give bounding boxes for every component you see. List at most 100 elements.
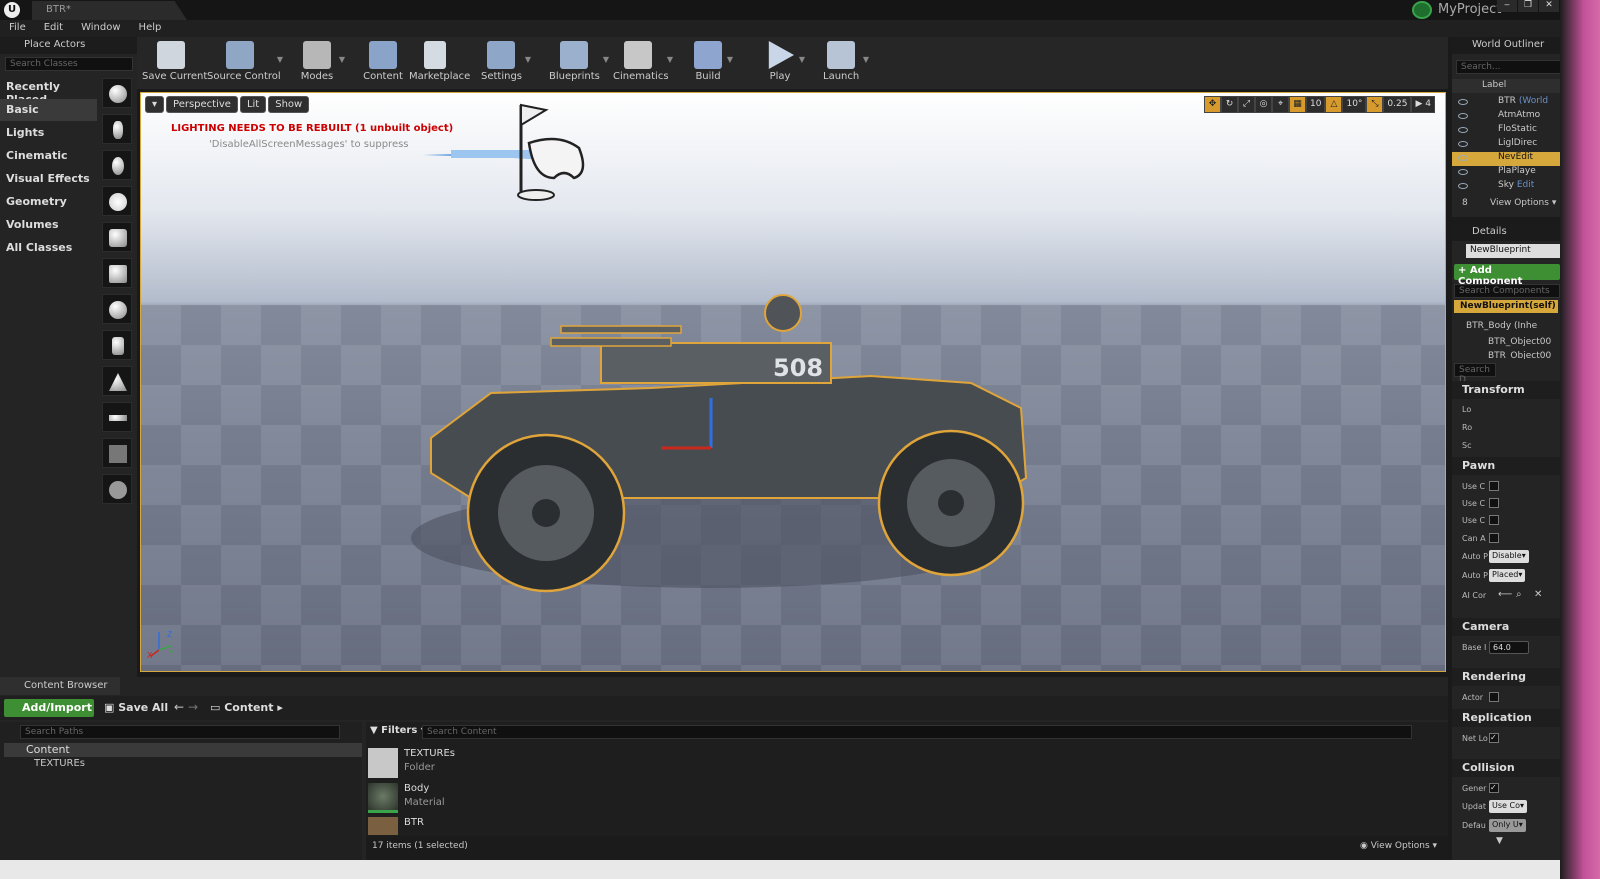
expand-advanced-icon[interactable]: ▼	[1496, 836, 1503, 846]
category-all-classes[interactable]: All Classes	[0, 237, 97, 259]
actor-character-icon[interactable]	[102, 114, 132, 144]
actor-sphere-trigger-icon[interactable]	[102, 474, 132, 504]
search-content-input[interactable]: Search Content	[422, 725, 1412, 739]
add-import-button[interactable]: Add/Import	[4, 699, 94, 717]
category-lights[interactable]: Lights	[0, 122, 97, 144]
component-self[interactable]: NewBlueprint(self)	[1454, 300, 1558, 313]
search-classes-input[interactable]: Search Classes	[5, 57, 133, 71]
blueprints-button[interactable]: Blueprints ▼	[549, 37, 609, 89]
browse-icon[interactable]: ⟵	[1498, 589, 1512, 600]
actor-cube-icon[interactable]	[102, 258, 132, 288]
clear-icon[interactable]: ✕	[1534, 589, 1542, 600]
column-label[interactable]: Label	[1482, 80, 1506, 90]
checkbox-checked[interactable]: ✓	[1489, 733, 1499, 743]
default-overlaps-dropdown[interactable]: Only U▾	[1489, 819, 1526, 832]
search-paths-input[interactable]: Search Paths	[20, 725, 340, 739]
player-start-gizmo[interactable]	[411, 95, 611, 205]
auto-possess-dropdown[interactable]: Disable▾	[1489, 550, 1529, 563]
menu-file[interactable]: File	[0, 20, 35, 33]
outliner-view-options[interactable]: View Options ▾	[1490, 198, 1556, 208]
btr-vehicle-mesh[interactable]: 508	[411, 288, 1031, 598]
perspective-button[interactable]: Perspective	[166, 96, 238, 113]
update-overlaps-dropdown[interactable]: Use Co▾	[1489, 800, 1527, 813]
asset-item[interactable]: TEXTUREs Folder	[366, 746, 666, 780]
actor-player-start-icon[interactable]	[102, 222, 132, 252]
lit-button[interactable]: Lit	[239, 96, 267, 113]
search-icon[interactable]: ⌕	[1516, 589, 1522, 600]
asset-item[interactable]: Body Material	[366, 781, 666, 815]
tree-item-content[interactable]: Content	[4, 743, 362, 757]
category-cinematic[interactable]: Cinematic	[0, 145, 97, 167]
scale-snap-icon[interactable]: ⤡	[1366, 96, 1384, 113]
content-view-options[interactable]: ◉ View Options ▾	[1360, 841, 1437, 851]
play-button[interactable]: Play ▼	[765, 37, 805, 89]
history-forward-icon[interactable]: →	[188, 700, 198, 714]
rotate-tool-icon[interactable]: ↻	[1221, 96, 1239, 113]
level-tab[interactable]: BTR*	[32, 1, 187, 20]
cinematics-button[interactable]: Cinematics ▼	[613, 37, 673, 89]
actor-sphere-icon[interactable]	[102, 294, 132, 324]
actor-box-trigger-icon[interactable]	[102, 438, 132, 468]
modes-button[interactable]: Modes ▼	[299, 37, 345, 89]
actor-pawn-icon[interactable]	[102, 150, 132, 180]
actor-plane-icon[interactable]	[102, 402, 132, 432]
maximize-button[interactable]: ❐	[1518, 0, 1538, 12]
path-breadcrumb[interactable]: ▭ Content ▸	[210, 701, 283, 714]
checkbox[interactable]	[1489, 498, 1499, 508]
auto-possess-ai-dropdown[interactable]: Placed▾	[1489, 569, 1526, 582]
viewport-options-button[interactable]: ▾	[145, 96, 165, 113]
actor-point-light-icon[interactable]	[102, 186, 132, 216]
scale-snap-value[interactable]: 0.25	[1383, 96, 1412, 113]
level-viewport[interactable]: ▾ Perspective Lit Show ✥ ↻ ⤢ ◎ ⌖ ▦ 10 △ 10° ⤡ 0.25 ▶ 4…	[140, 92, 1446, 672]
show-button[interactable]: Show	[268, 96, 310, 113]
save-current-button[interactable]: Save Current	[142, 37, 207, 89]
filters-button[interactable]: ▼ Filters ▾	[370, 725, 426, 736]
search-components-input[interactable]: Search Components	[1454, 284, 1560, 298]
asset-item[interactable]: BTR	[366, 815, 666, 835]
surface-snap-icon[interactable]: ⌖	[1272, 96, 1290, 113]
row-label: Pla	[1498, 166, 1512, 176]
minimize-button[interactable]: ‒	[1497, 0, 1517, 12]
checkbox[interactable]	[1489, 533, 1499, 543]
source-control-button[interactable]: Source Control ▼	[207, 37, 283, 89]
menu-window[interactable]: Window	[72, 20, 129, 33]
actor-cone-icon[interactable]	[102, 366, 132, 396]
marketplace-button[interactable]: Marketplace	[409, 37, 470, 89]
world-local-icon[interactable]: ◎	[1255, 96, 1273, 113]
category-geometry[interactable]: Geometry	[0, 191, 97, 213]
launch-button[interactable]: Launch ▼	[823, 37, 869, 89]
settings-button[interactable]: Settings ▼	[481, 37, 531, 89]
camera-speed-value[interactable]: ▶ 4	[1411, 96, 1435, 113]
rotation-snap-value[interactable]: 10°	[1342, 96, 1367, 113]
history-back-icon[interactable]: ←	[174, 700, 184, 714]
category-volumes[interactable]: Volumes	[0, 214, 97, 236]
category-basic[interactable]: Basic	[0, 99, 97, 121]
translate-tool-icon[interactable]: ✥	[1204, 96, 1222, 113]
grid-snap-icon[interactable]: ▦	[1289, 96, 1307, 113]
category-recently-placed[interactable]: Recently Placed	[0, 76, 97, 106]
component-item[interactable]: BTR_Body (Inhe	[1466, 321, 1537, 331]
checkbox[interactable]	[1489, 481, 1499, 491]
content-button[interactable]: Content	[363, 37, 403, 89]
component-item[interactable]: BTR_Object00	[1488, 351, 1551, 359]
grid-snap-value[interactable]: 10	[1306, 96, 1326, 113]
checkbox[interactable]	[1489, 515, 1499, 525]
menu-help[interactable]: Help	[130, 20, 171, 33]
component-item[interactable]: BTR_Object00	[1488, 337, 1551, 347]
menu-edit[interactable]: Edit	[35, 20, 72, 33]
content-browser-tab[interactable]: Content Browser	[0, 677, 120, 695]
search-details-input[interactable]: Search D	[1454, 363, 1496, 385]
build-button[interactable]: Build ▼	[693, 37, 733, 89]
close-button[interactable]: ✕	[1539, 0, 1559, 12]
category-visual-effects[interactable]: Visual Effects	[0, 168, 97, 190]
rotation-snap-icon[interactable]: △	[1325, 96, 1343, 113]
checkbox[interactable]	[1489, 692, 1499, 702]
actor-cylinder-icon[interactable]	[102, 330, 132, 360]
checkbox-checked[interactable]: ✓	[1489, 783, 1499, 793]
scale-tool-icon[interactable]: ⤢	[1238, 96, 1256, 113]
add-component-button[interactable]: + Add Component	[1454, 264, 1560, 287]
actor-empty-icon[interactable]	[102, 78, 132, 108]
tree-item-textures[interactable]: TEXTUREs	[34, 758, 85, 769]
base-eye-height-input[interactable]: 64.0	[1489, 641, 1529, 654]
save-all-button[interactable]: ▣ Save All	[104, 701, 168, 714]
